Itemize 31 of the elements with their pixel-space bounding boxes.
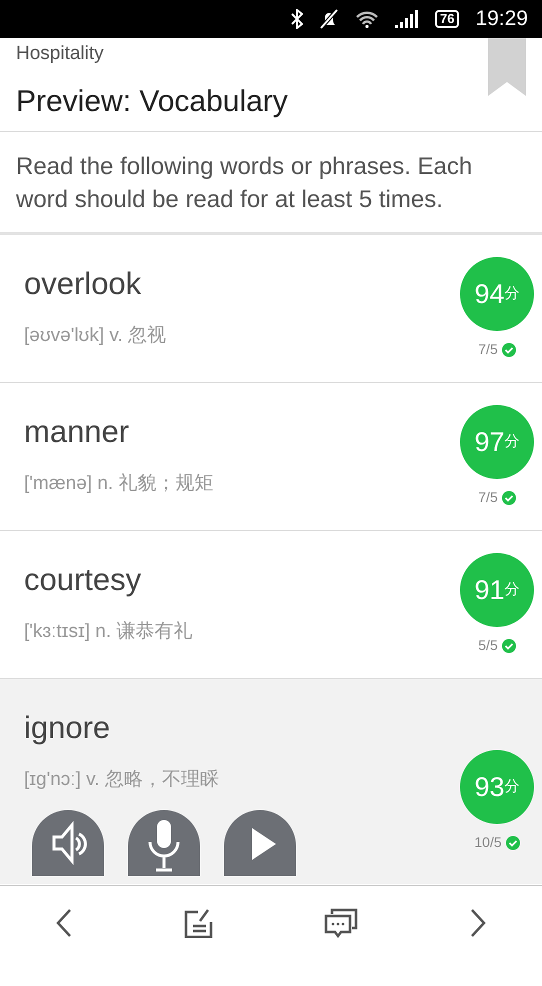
- word-text: overlook: [24, 265, 142, 303]
- signal-icon: [394, 10, 419, 28]
- chevron-left-icon: [55, 908, 74, 938]
- speaker-button[interactable]: [32, 810, 104, 876]
- chat-bubbles-icon: [324, 908, 358, 938]
- wifi-icon: [354, 10, 379, 28]
- word-text: manner: [24, 413, 130, 451]
- play-icon: [252, 828, 276, 860]
- read-count: 7/5: [478, 340, 498, 359]
- page-title: Preview: Vocabulary: [16, 84, 289, 120]
- bluetooth-icon: [290, 9, 303, 29]
- read-count: 7/5: [478, 488, 498, 507]
- word-text: ignore: [24, 709, 112, 747]
- play-button[interactable]: [224, 810, 296, 876]
- phonetic-text: ['mænə] n. 礼貌；规矩: [24, 472, 214, 496]
- read-count: 10/5: [474, 833, 502, 852]
- note-pencil-icon: [184, 908, 214, 938]
- category-label: Hospitality: [16, 42, 105, 66]
- phonetic-text: ['kɜːtɪsɪ] n. 谦恭有礼: [24, 620, 194, 644]
- read-count: 5/5: [478, 636, 498, 655]
- speaker-icon: [52, 820, 87, 866]
- microphone-button[interactable]: [128, 810, 200, 876]
- microphone-icon: [148, 820, 180, 872]
- chevron-right-icon: [468, 908, 487, 938]
- battery-indicator: 76: [434, 10, 460, 28]
- phonetic-text: [ɪg'nɔː] v. 忽略，不理睬: [24, 768, 220, 792]
- instructions-text: Read the following words or phrases. Each word should be read for at least 5 times.: [0, 132, 542, 235]
- phonetic-text: [əʊvə'lʊk] v. 忽视: [24, 324, 168, 348]
- muted-bell-icon: [318, 9, 339, 29]
- word-text: courtesy: [24, 561, 142, 599]
- clock: 19:29: [475, 6, 528, 32]
